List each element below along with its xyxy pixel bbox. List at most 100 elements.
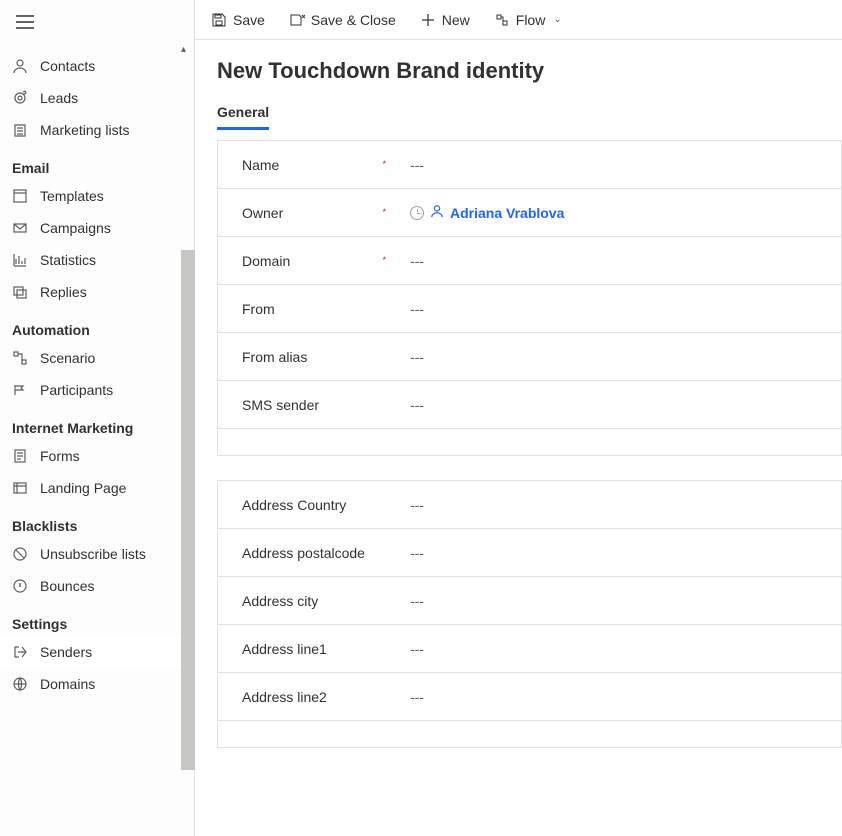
field-domain: Domain*--- [218, 237, 841, 285]
nav-item-campaigns[interactable]: Campaigns [0, 212, 194, 244]
save-button-label: Save [233, 12, 265, 28]
nav-item-statistics[interactable]: Statistics [0, 244, 194, 276]
nav-item-replies[interactable]: Replies [0, 276, 194, 308]
menu-toggle-button[interactable] [16, 15, 34, 29]
nav-item-contacts[interactable]: Contacts [0, 50, 194, 82]
bounces-icon [12, 578, 28, 594]
page-content: New Touchdown Brand identity General Nam… [195, 40, 842, 836]
field-address-city: Address city--- [218, 577, 841, 625]
templates-icon [12, 188, 28, 204]
field-value[interactable]: --- [392, 157, 829, 173]
owner-name: Adriana Vrablova [450, 205, 564, 221]
nav-item-templates[interactable]: Templates [0, 180, 194, 212]
field-value[interactable]: --- [392, 301, 829, 317]
field-value[interactable]: Adriana Vrablova [392, 204, 829, 221]
new-button[interactable]: New [410, 6, 480, 34]
nav-item-domains[interactable]: Domains [0, 668, 194, 700]
field-label: Name* [242, 157, 392, 173]
sidebar: ▴ Contacts Leads Marketing lists Email Templ… [0, 0, 195, 836]
nav-group-heading: Blacklists [0, 510, 194, 538]
field-label: Address line2 [242, 689, 392, 705]
save-close-icon [289, 12, 305, 28]
person-icon [430, 204, 444, 221]
nav-item-label: Participants [40, 382, 113, 398]
campaigns-icon [12, 220, 28, 236]
save-close-button-label: Save & Close [311, 12, 396, 28]
recent-icon [410, 206, 424, 220]
field-label: Address line1 [242, 641, 392, 657]
nav-item-participants[interactable]: Participants [0, 374, 194, 406]
flow-button[interactable]: Flow ⌄ [484, 6, 572, 34]
nav-item-label: Bounces [40, 578, 94, 594]
nav-group-heading: Email [0, 152, 194, 180]
nav-item-label: Statistics [40, 252, 96, 268]
field-label: Domain* [242, 253, 392, 269]
field-value[interactable]: --- [392, 689, 829, 705]
nav-item-label: Forms [40, 448, 80, 464]
senders-icon [12, 644, 28, 660]
participants-icon [12, 382, 28, 398]
tab-list: General [217, 98, 842, 130]
nav-item-label: Senders [40, 644, 92, 660]
field-from: From--- [218, 285, 841, 333]
nav-item-marketing-lists[interactable]: Marketing lists [0, 114, 194, 146]
unsubscribe-icon [12, 546, 28, 562]
chevron-down-icon: ⌄ [553, 14, 561, 25]
nav-item-landing-page[interactable]: Landing Page [0, 472, 194, 504]
contact-icon [12, 58, 28, 74]
form-section-tail [218, 429, 841, 455]
nav-group: Settings Senders Domains [0, 608, 194, 700]
scenario-icon [12, 350, 28, 366]
field-from-alias: From alias--- [218, 333, 841, 381]
replies-icon [12, 284, 28, 300]
save-close-button[interactable]: Save & Close [279, 6, 406, 34]
flow-icon [494, 12, 510, 28]
form-section-tail [218, 721, 841, 747]
nav-item-scenario[interactable]: Scenario [0, 342, 194, 374]
nav-item-label: Templates [40, 188, 104, 204]
nav-item-label: Replies [40, 284, 87, 300]
plus-icon [420, 12, 436, 28]
required-indicator-icon: * [382, 255, 386, 265]
field-value[interactable]: --- [392, 497, 829, 513]
domains-icon [12, 676, 28, 692]
owner-lookup[interactable]: Adriana Vrablova [430, 204, 564, 221]
leads-icon [12, 90, 28, 106]
field-value[interactable]: --- [392, 641, 829, 657]
field-value[interactable]: --- [392, 253, 829, 269]
nav-item-leads[interactable]: Leads [0, 82, 194, 114]
statistics-icon [12, 252, 28, 268]
field-value[interactable]: --- [392, 593, 829, 609]
sidebar-nav: Contacts Leads Marketing lists Email Templat… [0, 44, 194, 836]
nav-group: AutomationScenario Participants [0, 314, 194, 406]
nav-item-label: Contacts [40, 58, 95, 74]
nav-group: Blacklists Unsubscribe lists Bounces [0, 510, 194, 602]
field-value[interactable]: --- [392, 545, 829, 561]
nav-group-heading: Settings [0, 608, 194, 636]
page-title: New Touchdown Brand identity [217, 58, 842, 84]
field-label: From alias [242, 349, 392, 365]
nav-item-label: Domains [40, 676, 95, 692]
field-address-postalcode: Address postalcode--- [218, 529, 841, 577]
flow-button-label: Flow [516, 12, 546, 28]
scrollbar-thumb[interactable] [181, 250, 195, 770]
save-button[interactable]: Save [201, 6, 275, 34]
nav-item-bounces[interactable]: Bounces [0, 570, 194, 602]
nav-item-unsubscribe-lists[interactable]: Unsubscribe lists [0, 538, 194, 570]
field-value[interactable]: --- [392, 349, 829, 365]
nav-item-forms[interactable]: Forms [0, 440, 194, 472]
field-label: SMS sender [242, 397, 392, 413]
tab-general[interactable]: General [217, 98, 269, 130]
field-label: Address city [242, 593, 392, 609]
command-bar: Save Save & Close New Flow ⌄ [195, 0, 842, 40]
collapse-caret-icon[interactable]: ▴ [181, 44, 186, 55]
nav-item-label: Marketing lists [40, 122, 129, 138]
field-value[interactable]: --- [392, 397, 829, 413]
required-indicator-icon: * [382, 159, 386, 169]
nav-group-heading: Automation [0, 314, 194, 342]
forms-icon [12, 448, 28, 464]
field-label: Address Country [242, 497, 392, 513]
nav-item-label: Unsubscribe lists [40, 546, 146, 562]
field-address-country: Address Country--- [218, 481, 841, 529]
nav-item-senders[interactable]: Senders [0, 636, 194, 668]
